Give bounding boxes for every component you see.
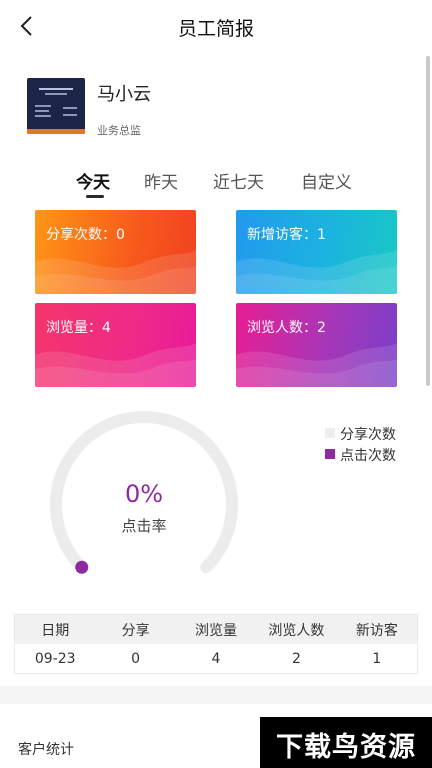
- tab-custom[interactable]: 自定义: [301, 168, 352, 193]
- table-cell: 2: [291, 650, 301, 667]
- click-rate-value: 0%: [124, 480, 164, 508]
- table-cell: 4: [211, 650, 221, 667]
- stat-label: 分享次数：0: [46, 227, 125, 243]
- active-tab-indicator: [86, 195, 104, 198]
- tab-today[interactable]: 今天: [76, 168, 110, 193]
- table-header: 浏览量: [195, 622, 238, 639]
- legend-label: 分享次数: [340, 427, 396, 443]
- stat-card-shares[interactable]: 分享次数：0: [35, 210, 196, 294]
- table-header-row: 日期 分享 浏览量 浏览人数 新访客: [15, 615, 417, 644]
- header: 员工简报: [0, 0, 432, 52]
- employee-role: 业务总监: [97, 124, 141, 137]
- customer-stats-title[interactable]: 客户统计: [18, 739, 74, 759]
- stat-card-views[interactable]: 浏览量：4: [35, 303, 196, 387]
- tab-yesterday[interactable]: 昨天: [144, 168, 178, 193]
- daily-stats-table: 日期 分享 浏览量 浏览人数 新访客 09-23 0 4 2 1: [14, 614, 418, 674]
- period-tabs: 今天 昨天 近七天 自定义: [0, 168, 432, 198]
- table-header: 分享: [121, 622, 150, 639]
- legend-swatch: [325, 449, 335, 459]
- table-cell: 0: [131, 650, 141, 667]
- stat-label: 浏览人数：2: [247, 320, 326, 336]
- legend-label: 点击次数: [340, 448, 396, 464]
- table-header: 浏览人数: [268, 622, 325, 639]
- employee-name: 马小云: [97, 84, 151, 105]
- watermark-text: 下载鸟资源: [276, 732, 416, 763]
- page-title: 员工简报: [177, 18, 254, 40]
- legend-swatch: [325, 428, 335, 438]
- table-header: 日期: [41, 622, 70, 639]
- table-cell: 1: [372, 650, 382, 667]
- table-header: 新访客: [355, 622, 398, 639]
- watermark: 下载鸟资源: [260, 717, 432, 768]
- stat-card-new-visitors[interactable]: 新增访客：1: [236, 210, 397, 294]
- click-rate-label: 点击率: [121, 517, 167, 535]
- stat-card-viewers[interactable]: 浏览人数：2: [236, 303, 397, 387]
- business-card-image: [27, 78, 85, 134]
- gauge-indicator: [75, 560, 89, 574]
- scrollbar[interactable]: [426, 56, 430, 386]
- tab-last-seven-days[interactable]: 近七天: [213, 168, 264, 193]
- table-row: 09-23 0 4 2 1: [15, 644, 417, 673]
- stat-label: 浏览量：4: [46, 320, 111, 336]
- table-cell: 09-23: [34, 650, 76, 667]
- section-divider: [0, 686, 432, 704]
- stat-label: 新增访客：1: [247, 227, 326, 243]
